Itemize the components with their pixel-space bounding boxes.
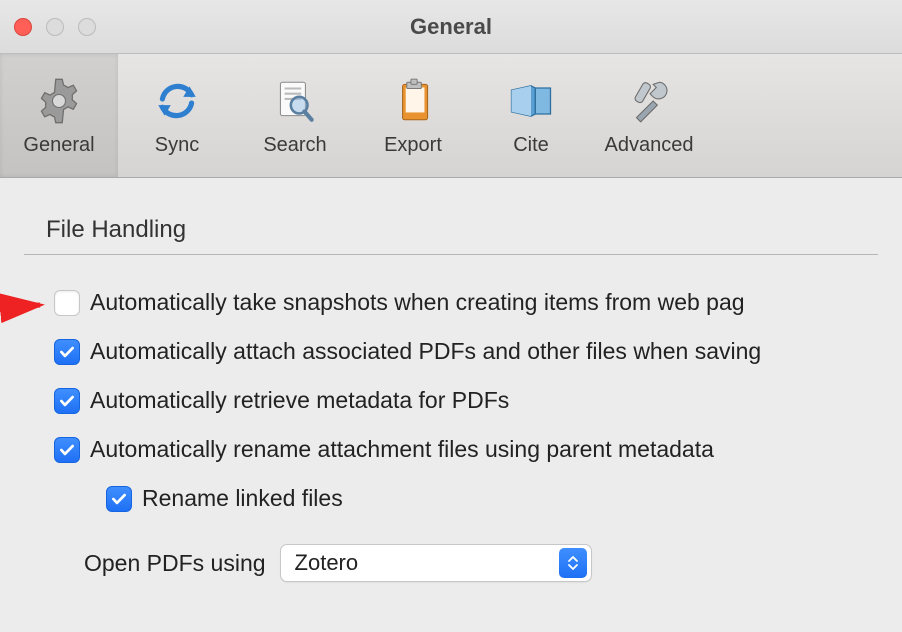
tab-label: Search: [263, 134, 326, 157]
export-icon: [386, 74, 440, 128]
checkbox-retrieve-metadata[interactable]: [54, 388, 80, 414]
file-handling-options: Automatically take snapshots when creati…: [24, 255, 878, 582]
option-retrieve-metadata[interactable]: Automatically retrieve metadata for PDFs: [54, 387, 878, 414]
tab-label: Export: [384, 134, 442, 157]
select-value: Zotero: [295, 550, 559, 576]
option-label: Automatically rename attachment files us…: [90, 436, 714, 463]
toolbar: General Sync Search Export Cite Advanced: [0, 54, 902, 178]
tab-label: Cite: [513, 134, 549, 157]
checkbox-snapshots[interactable]: [54, 290, 80, 316]
cite-icon: [504, 74, 558, 128]
tab-sync[interactable]: Sync: [118, 54, 236, 177]
tab-cite[interactable]: Cite: [472, 54, 590, 177]
chevron-updown-icon: [559, 548, 587, 578]
option-label: Rename linked files: [142, 485, 343, 512]
checkbox-rename-linked[interactable]: [106, 486, 132, 512]
content-area: File Handling Automatically take snapsho…: [0, 178, 902, 582]
checkbox-rename-attachments[interactable]: [54, 437, 80, 463]
gear-icon: [32, 74, 86, 128]
option-label: Automatically retrieve metadata for PDFs: [90, 387, 509, 414]
tab-search[interactable]: Search: [236, 54, 354, 177]
option-rename-attachments[interactable]: Automatically rename attachment files us…: [54, 436, 878, 463]
advanced-icon: [622, 74, 676, 128]
open-pdfs-label: Open PDFs using: [84, 550, 266, 577]
sync-icon: [150, 74, 204, 128]
option-rename-linked[interactable]: Rename linked files: [54, 485, 878, 512]
option-attach-pdfs[interactable]: Automatically attach associated PDFs and…: [54, 338, 878, 365]
tab-export[interactable]: Export: [354, 54, 472, 177]
option-label: Automatically take snapshots when creati…: [90, 289, 745, 316]
option-label: Automatically attach associated PDFs and…: [90, 338, 761, 365]
tab-label: Sync: [155, 134, 199, 157]
titlebar: General: [0, 0, 902, 54]
tab-general[interactable]: General: [0, 54, 118, 177]
open-pdfs-select[interactable]: Zotero: [280, 544, 592, 582]
window-title: General: [0, 14, 902, 40]
checkbox-attach-pdfs[interactable]: [54, 339, 80, 365]
option-snapshots[interactable]: Automatically take snapshots when creati…: [54, 289, 878, 316]
search-icon: [268, 74, 322, 128]
tab-label: Advanced: [605, 134, 694, 157]
open-pdfs-row: Open PDFs using Zotero: [54, 544, 878, 582]
section-title: File Handling: [24, 216, 878, 255]
tab-advanced[interactable]: Advanced: [590, 54, 708, 177]
tab-label: General: [23, 134, 94, 157]
